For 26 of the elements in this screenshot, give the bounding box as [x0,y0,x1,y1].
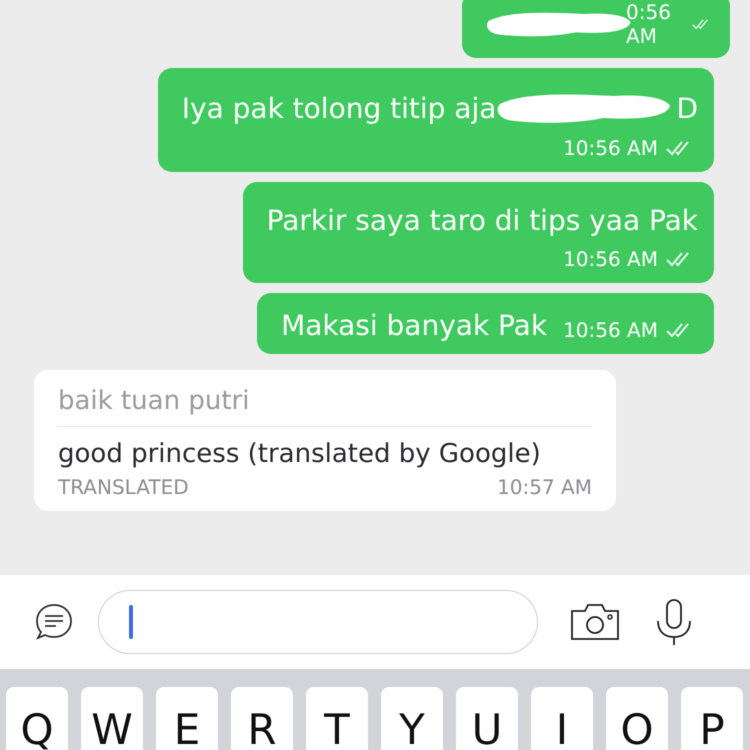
keyboard-key[interactable]: Y [381,687,443,750]
message-text: D [676,92,698,124]
keyboard-key[interactable]: U [456,687,518,750]
timestamp: 10:56 AM [563,247,658,271]
keyboard-key[interactable]: I [531,687,593,750]
translated-text: good princess (translated by Google) [58,439,542,469]
keyboard-key[interactable]: O [606,687,668,750]
message-text: Parkir saya taro di tips yaa Pak [266,204,698,237]
keyboard-key[interactable]: P [681,687,743,750]
keyboard-key[interactable]: Q [6,687,68,750]
camera-icon[interactable] [570,603,620,641]
timestamp: 10:57 AM [497,475,592,499]
microphone-icon[interactable] [654,599,694,645]
original-text: baik tuan putri [58,386,592,427]
keyboard-key[interactable]: T [306,687,368,750]
timestamp: 0:56 AM [626,0,672,48]
chat-bubble-icon[interactable] [34,602,74,642]
timestamp: 10:56 AM [563,136,658,160]
keyboard-key[interactable]: R [231,687,293,750]
timestamp: 10:56 AM [563,318,658,342]
keyboard-key[interactable]: E [156,687,218,750]
message-input[interactable] [98,590,538,654]
message-text: Makasi banyak Pak [281,309,548,342]
message-text: Iya pak tolong titip aja [182,92,496,124]
translated-label: TRANSLATED [58,475,189,499]
keyboard-key[interactable]: W [81,687,143,750]
